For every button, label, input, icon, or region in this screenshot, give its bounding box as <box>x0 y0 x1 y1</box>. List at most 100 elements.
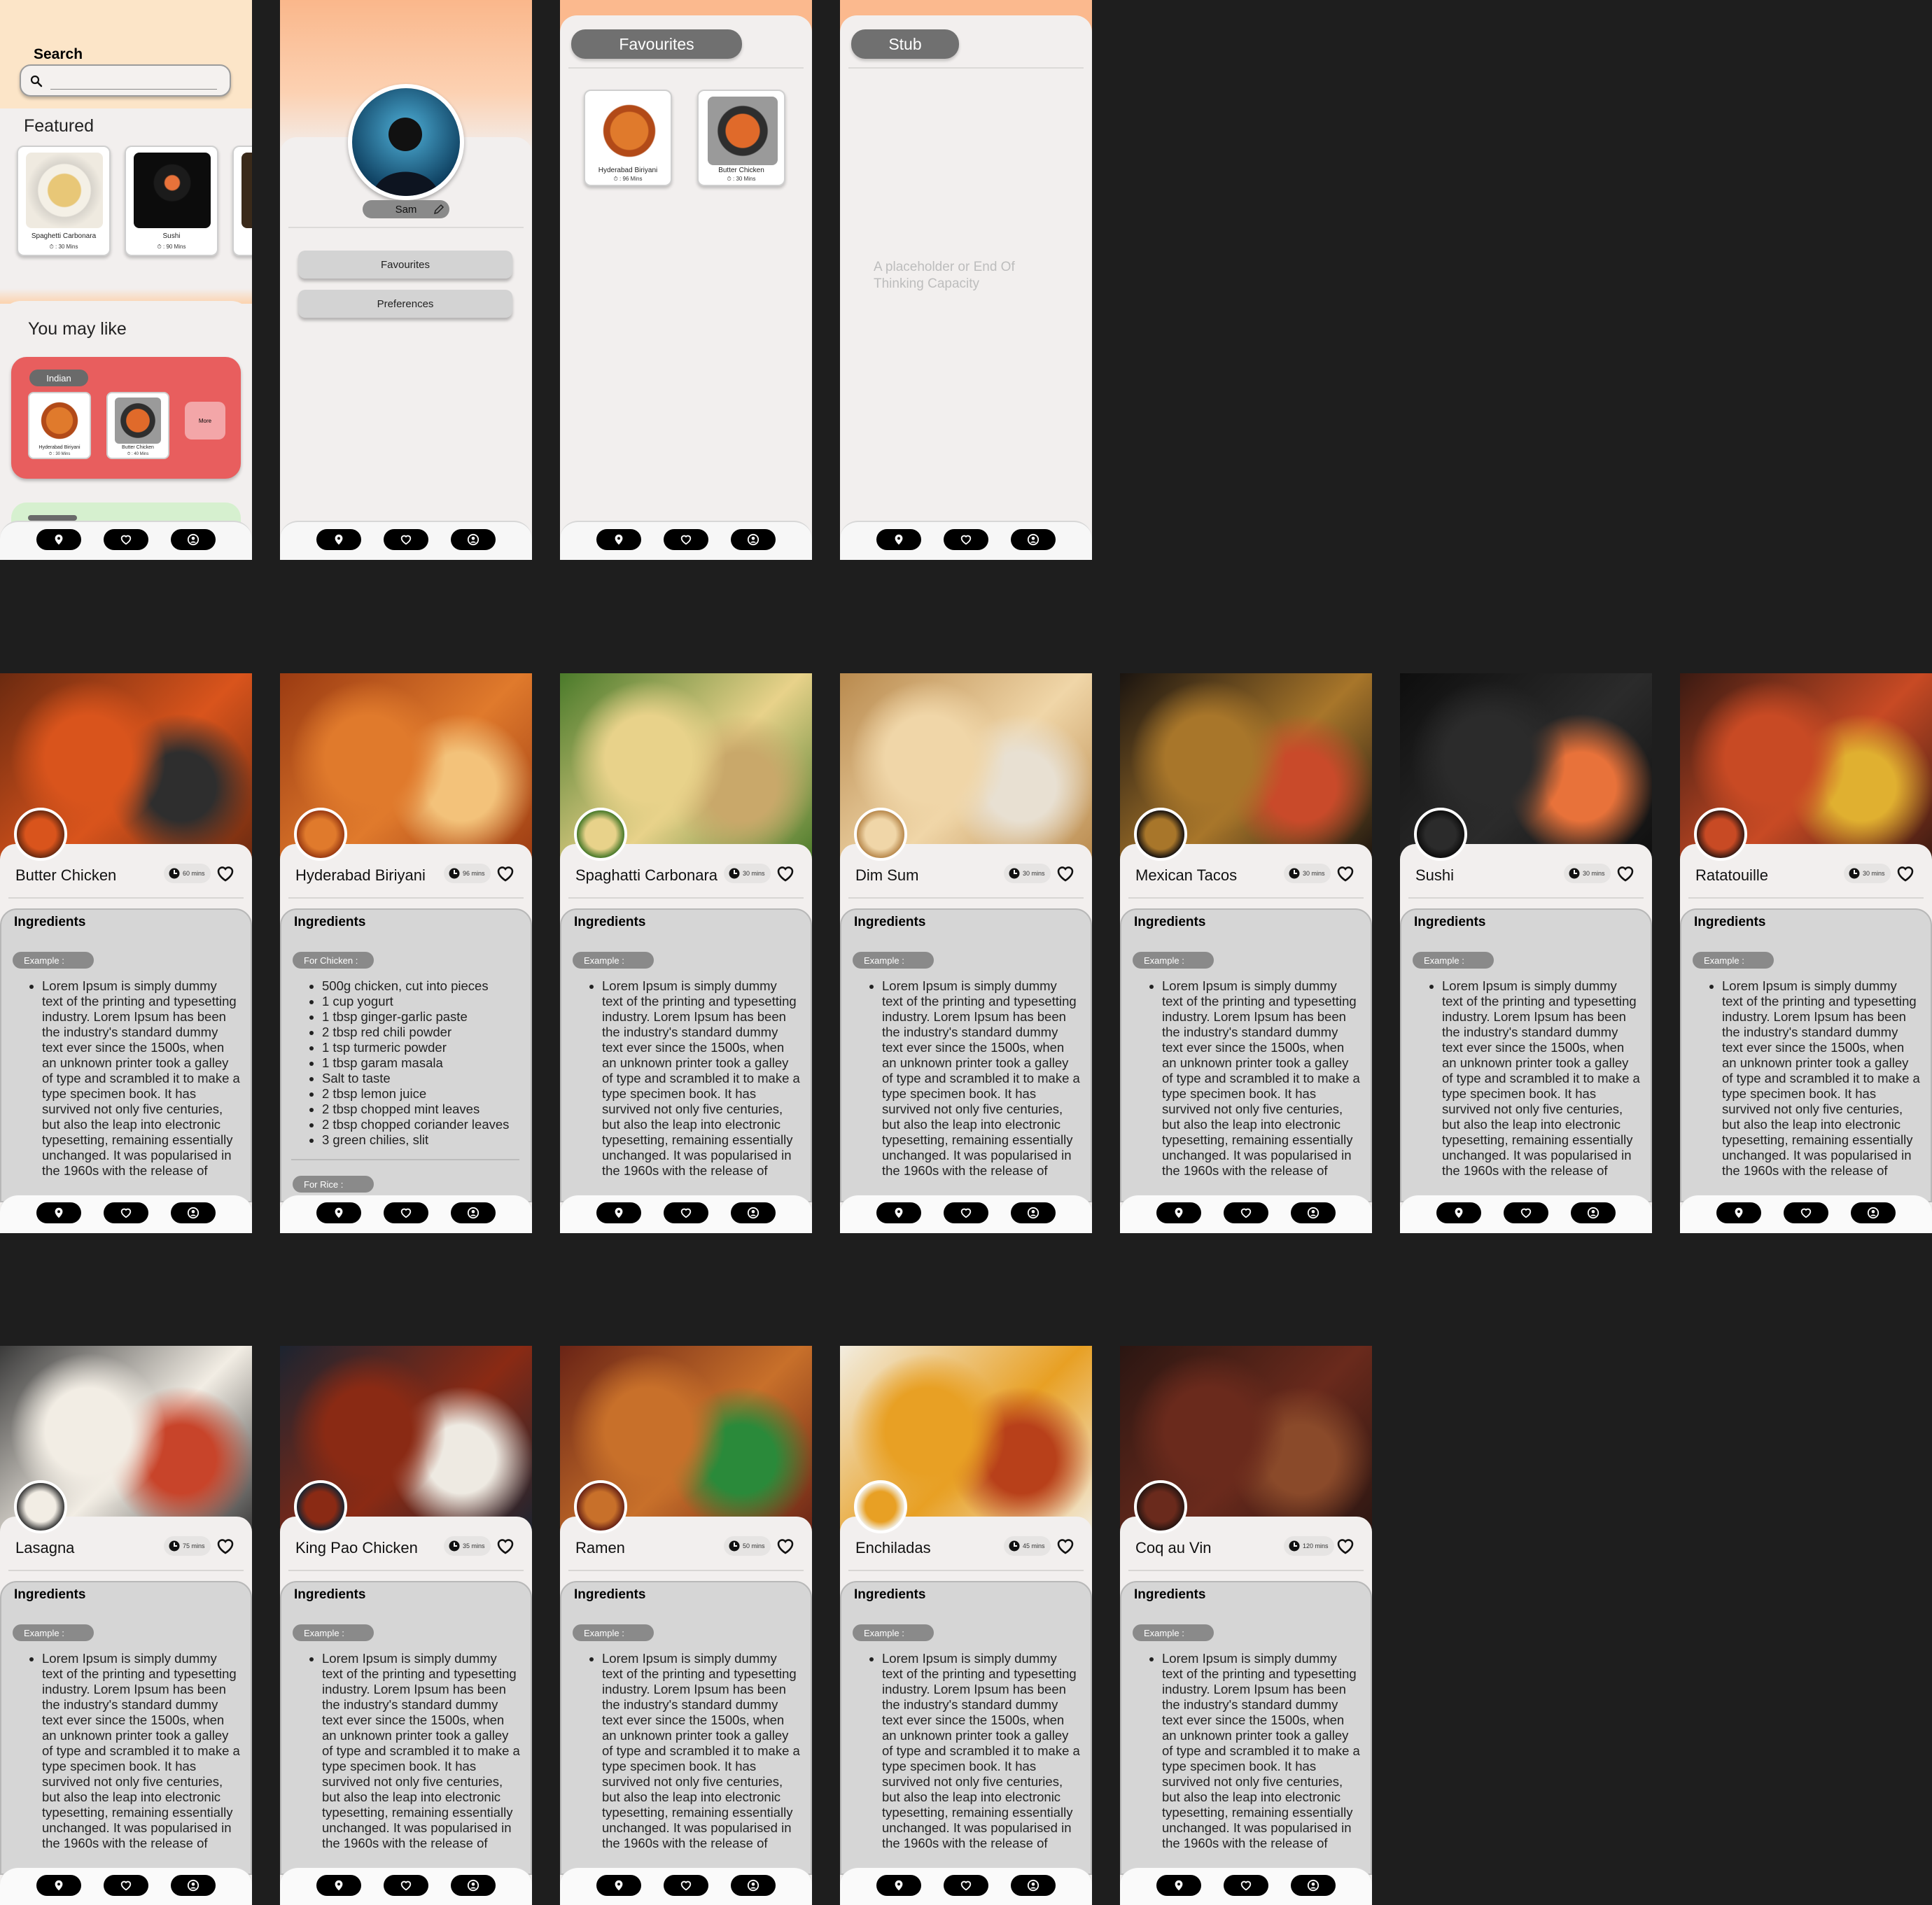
nav-favourites-button[interactable] <box>944 529 988 550</box>
favourite-heart-icon[interactable] <box>1616 864 1635 883</box>
favourite-heart-icon[interactable] <box>1336 864 1355 883</box>
profile-icon <box>187 1879 200 1892</box>
search-icon <box>30 75 43 87</box>
nav-profile-button[interactable] <box>451 1875 496 1896</box>
ingredient-section-label: Example : <box>853 952 934 969</box>
favourite-heart-icon[interactable] <box>216 1536 235 1556</box>
nav-profile-button[interactable] <box>451 1202 496 1223</box>
recipe-mini-card[interactable]: Hyderabad Biriyani ⏱ : 30 Mins <box>28 392 91 459</box>
nav-favourites-button[interactable] <box>104 1875 148 1896</box>
heart-icon <box>400 535 412 545</box>
nav-location-button[interactable] <box>876 1202 921 1223</box>
nav-location-button[interactable] <box>1156 1875 1201 1896</box>
nav-profile-button[interactable] <box>1011 1202 1056 1223</box>
dish-name: Butter Chicken <box>15 866 117 884</box>
more-button[interactable]: More <box>185 402 225 440</box>
nav-location-button[interactable] <box>36 529 81 550</box>
nav-profile-button[interactable] <box>1291 1202 1336 1223</box>
nav-location-button[interactable] <box>316 1202 361 1223</box>
nav-profile-button[interactable] <box>1851 1202 1896 1223</box>
favourite-card[interactable]: Hyderabad Biriyani ⏱ : 96 Mins <box>584 90 672 186</box>
page-title: Stub <box>851 29 959 59</box>
favourite-card[interactable]: Butter Chicken ⏱ : 30 Mins <box>697 90 785 186</box>
nav-favourites-button[interactable] <box>104 1202 148 1223</box>
nav-location-button[interactable] <box>36 1202 81 1223</box>
nav-profile-button[interactable] <box>171 1875 216 1896</box>
ingredient-section-label: Example : <box>293 1624 374 1641</box>
nav-profile-button[interactable] <box>1011 1875 1056 1896</box>
nav-location-button[interactable] <box>596 1202 641 1223</box>
nav-location-button[interactable] <box>596 1875 641 1896</box>
nav-location-button[interactable] <box>1716 1202 1761 1223</box>
nav-favourites-button[interactable] <box>384 1202 428 1223</box>
ingredient-item: Salt to taste <box>322 1071 521 1086</box>
nav-profile-button[interactable] <box>731 1875 776 1896</box>
nav-location-button[interactable] <box>316 529 361 550</box>
featured-card[interactable]: Sushi ⏱ : 90 Mins <box>125 146 218 256</box>
nav-favourites-button[interactable] <box>944 1202 988 1223</box>
dish-thumbnail <box>14 1480 67 1533</box>
nav-favourites-button[interactable] <box>664 1875 708 1896</box>
nav-profile-button[interactable] <box>171 1202 216 1223</box>
nav-favourites-button[interactable] <box>664 1202 708 1223</box>
ingredient-item: Lorem Ipsum is simply dummy text of the … <box>42 1651 241 1851</box>
nav-profile-button[interactable] <box>1571 1202 1616 1223</box>
category-card-indian[interactable]: Indian Hyderabad Biriyani ⏱ : 30 Mins Bu… <box>11 357 241 479</box>
nav-location-button[interactable] <box>876 529 921 550</box>
nav-favourites-button[interactable] <box>1504 1202 1548 1223</box>
ingredient-section-label: Example : <box>1413 952 1494 969</box>
nav-favourites-button[interactable] <box>1784 1202 1828 1223</box>
favourite-heart-icon[interactable] <box>776 864 795 883</box>
nav-location-button[interactable] <box>36 1875 81 1896</box>
featured-card-partial[interactable] <box>232 146 252 256</box>
nav-profile-button[interactable] <box>1291 1875 1336 1896</box>
nav-favourites-button[interactable] <box>1224 1875 1268 1896</box>
ingredients-heading: Ingredients <box>854 1587 926 1602</box>
nav-profile-button[interactable] <box>451 529 496 550</box>
search-input[interactable] <box>20 64 231 97</box>
nav-favourites-button[interactable] <box>384 529 428 550</box>
nav-profile-button[interactable] <box>731 529 776 550</box>
location-icon <box>1735 1207 1743 1218</box>
nav-location-button[interactable] <box>316 1875 361 1896</box>
ingredient-section-label: Example : <box>573 1624 654 1641</box>
favourite-heart-icon[interactable] <box>1336 1536 1355 1556</box>
dish-name: Sushi <box>1415 866 1455 884</box>
ingredient-section-label: Example : <box>573 952 654 969</box>
nav-favourites-button[interactable] <box>104 529 148 550</box>
cook-time-badge: 120 mins <box>1284 1536 1334 1556</box>
dish-name: Spaghatti Carbonara <box>575 866 718 884</box>
clock-icon <box>1569 868 1580 879</box>
favourite-heart-icon[interactable] <box>1896 864 1915 883</box>
ingredients-heading: Ingredients <box>294 915 366 929</box>
nav-location-button[interactable] <box>596 529 641 550</box>
nav-location-button[interactable] <box>1156 1202 1201 1223</box>
recipe-mini-card[interactable]: Butter Chicken ⏱ : 40 Mins <box>106 392 169 459</box>
favourites-button[interactable]: Favourites <box>298 251 512 279</box>
nav-favourites-button[interactable] <box>384 1875 428 1896</box>
nav-location-button[interactable] <box>1436 1202 1481 1223</box>
favourite-heart-icon[interactable] <box>1056 864 1075 883</box>
nav-favourites-button[interactable] <box>1224 1202 1268 1223</box>
nav-profile-button[interactable] <box>171 529 216 550</box>
nav-profile-button[interactable] <box>1011 529 1056 550</box>
cook-time: 30 mins <box>1583 870 1605 877</box>
nav-favourites-button[interactable] <box>944 1875 988 1896</box>
ingredient-section-label: Example : <box>13 1624 94 1641</box>
edit-pencil-icon[interactable] <box>433 203 445 216</box>
avatar[interactable] <box>348 84 464 200</box>
location-icon <box>335 534 343 545</box>
nav-favourites-button[interactable] <box>664 529 708 550</box>
favourite-heart-icon[interactable] <box>776 1536 795 1556</box>
nav-location-button[interactable] <box>876 1875 921 1896</box>
preferences-button[interactable]: Preferences <box>298 290 512 318</box>
nav-profile-button[interactable] <box>731 1202 776 1223</box>
favourite-heart-icon[interactable] <box>1056 1536 1075 1556</box>
profile-icon <box>187 533 200 546</box>
favourite-heart-icon[interactable] <box>216 864 235 883</box>
favourite-heart-icon[interactable] <box>496 1536 515 1556</box>
featured-card[interactable]: Spaghetti Carbonara ⏱ : 30 Mins <box>17 146 111 256</box>
clock-icon <box>169 868 180 879</box>
favourite-heart-icon[interactable] <box>496 864 515 883</box>
cook-time: 30 mins <box>1863 870 1885 877</box>
